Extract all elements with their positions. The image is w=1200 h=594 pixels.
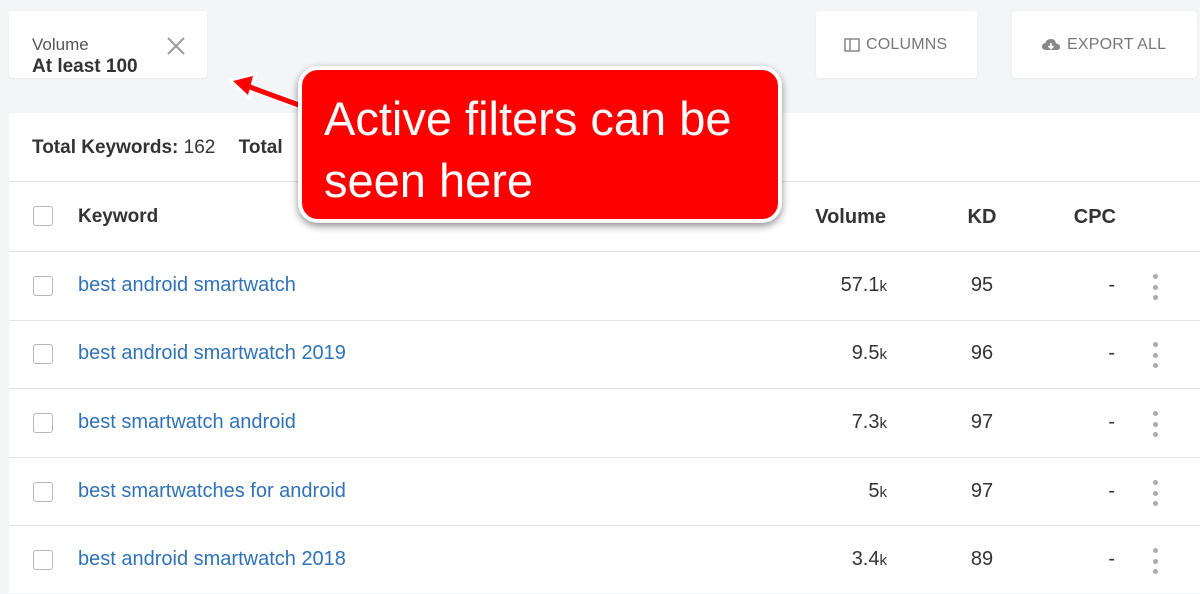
cpc-column-header[interactable]: CPC bbox=[1074, 206, 1116, 229]
annotation-callout: Active filters can be seen here bbox=[298, 66, 782, 223]
filter-label: Volume bbox=[32, 35, 89, 54]
table-row: best smartwatches for android 5k 97 - bbox=[9, 458, 1200, 526]
close-icon[interactable] bbox=[165, 35, 187, 57]
keyword-link[interactable]: best android smartwatch bbox=[78, 274, 296, 297]
keyword-link[interactable]: best smartwatches for android bbox=[78, 480, 346, 503]
volume-cell: 3.4k bbox=[851, 548, 887, 570]
columns-label: COLUMNS bbox=[866, 35, 948, 53]
cloud-download-icon bbox=[1042, 39, 1060, 50]
kd-cell: 95 bbox=[970, 274, 994, 296]
cpc-cell: - bbox=[1108, 548, 1115, 570]
kd-cell: 96 bbox=[970, 342, 994, 364]
kd-cell: 97 bbox=[970, 411, 994, 433]
volume-filter-chip[interactable]: Volume At least 100 bbox=[9, 11, 207, 78]
annotation-text: Active filters can be seen here bbox=[324, 92, 732, 207]
volume-cell: 9.5k bbox=[851, 342, 887, 364]
cpc-cell: - bbox=[1108, 411, 1115, 433]
volume-column-header[interactable]: Volume bbox=[815, 206, 886, 229]
keyword-link[interactable]: best smartwatch android bbox=[78, 411, 296, 434]
kd-cell: 97 bbox=[970, 480, 994, 502]
total-keywords-label: Total Keywords: bbox=[32, 137, 179, 158]
row-checkbox[interactable] bbox=[33, 276, 53, 296]
more-options-icon[interactable] bbox=[1147, 411, 1163, 437]
columns-button[interactable]: COLUMNS bbox=[816, 11, 977, 78]
more-options-icon[interactable] bbox=[1147, 480, 1163, 506]
kd-column-header[interactable]: KD bbox=[957, 206, 1007, 229]
total-secondary-label: Total bbox=[238, 137, 283, 158]
keyword-link[interactable]: best android smartwatch 2019 bbox=[78, 342, 346, 365]
select-all-checkbox[interactable] bbox=[33, 206, 53, 226]
row-checkbox[interactable] bbox=[33, 413, 53, 433]
row-checkbox[interactable] bbox=[33, 482, 53, 502]
keyword-column-header[interactable]: Keyword bbox=[78, 206, 158, 228]
volume-cell: 57.1k bbox=[840, 274, 887, 296]
columns-icon bbox=[844, 37, 860, 52]
cpc-cell: - bbox=[1108, 342, 1115, 364]
total-keywords-count: 162 bbox=[183, 137, 216, 158]
more-options-icon[interactable] bbox=[1147, 548, 1163, 574]
volume-cell: 5k bbox=[868, 480, 887, 502]
export-all-label: EXPORT ALL bbox=[1067, 35, 1167, 53]
keyword-link[interactable]: best android smartwatch 2018 bbox=[78, 548, 346, 571]
row-checkbox[interactable] bbox=[33, 344, 53, 364]
summary-bar: Total Keywords: 162 Total bbox=[32, 137, 283, 159]
cpc-cell: - bbox=[1108, 274, 1115, 296]
more-options-icon[interactable] bbox=[1147, 274, 1163, 300]
filter-value: At least 100 bbox=[32, 56, 138, 77]
table-row: best smartwatch android 7.3k 97 - bbox=[9, 389, 1200, 457]
row-checkbox[interactable] bbox=[33, 550, 53, 570]
cpc-cell: - bbox=[1108, 480, 1115, 502]
table-row: best android smartwatch 57.1k 95 - bbox=[9, 252, 1200, 320]
export-all-button[interactable]: EXPORT ALL bbox=[1012, 11, 1197, 78]
volume-cell: 7.3k bbox=[851, 411, 887, 433]
kd-cell: 89 bbox=[970, 548, 994, 570]
table-row: best android smartwatch 2019 9.5k 96 - bbox=[9, 320, 1200, 388]
table-row: best android smartwatch 2018 3.4k 89 - bbox=[9, 526, 1200, 594]
more-options-icon[interactable] bbox=[1147, 342, 1163, 368]
